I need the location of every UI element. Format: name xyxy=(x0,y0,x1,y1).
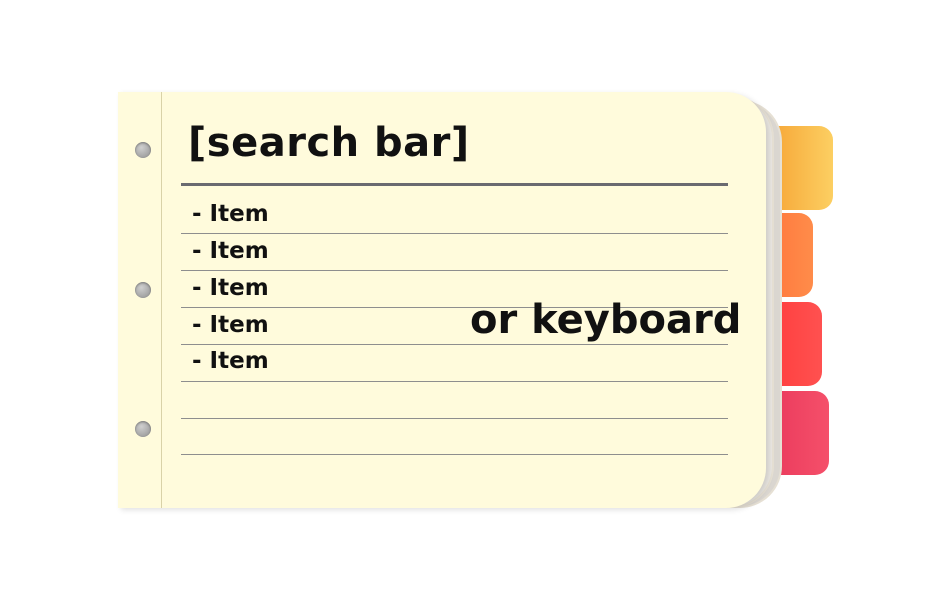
ruled-line xyxy=(181,381,728,382)
margin-line xyxy=(161,92,162,508)
list-item[interactable]: - Item xyxy=(192,275,269,301)
list-item[interactable]: - Item xyxy=(192,312,269,338)
keyboard-label: or keyboard xyxy=(470,297,742,343)
search-bar-label[interactable]: [search bar] xyxy=(188,120,470,166)
list-item[interactable]: - Item xyxy=(192,238,269,264)
title-rule xyxy=(181,183,728,186)
ruled-line xyxy=(181,270,728,271)
binder-hole-icon xyxy=(135,282,151,298)
list-item[interactable]: - Item xyxy=(192,348,269,374)
notebook-page: [search bar] - Item - Item - Item - Item… xyxy=(118,92,766,508)
ruled-line xyxy=(181,344,728,345)
ruled-line xyxy=(181,418,728,419)
ruled-line xyxy=(181,454,728,455)
binder-hole-icon xyxy=(135,142,151,158)
ruled-line xyxy=(181,233,728,234)
binder-hole-icon xyxy=(135,421,151,437)
list-item[interactable]: - Item xyxy=(192,201,269,227)
